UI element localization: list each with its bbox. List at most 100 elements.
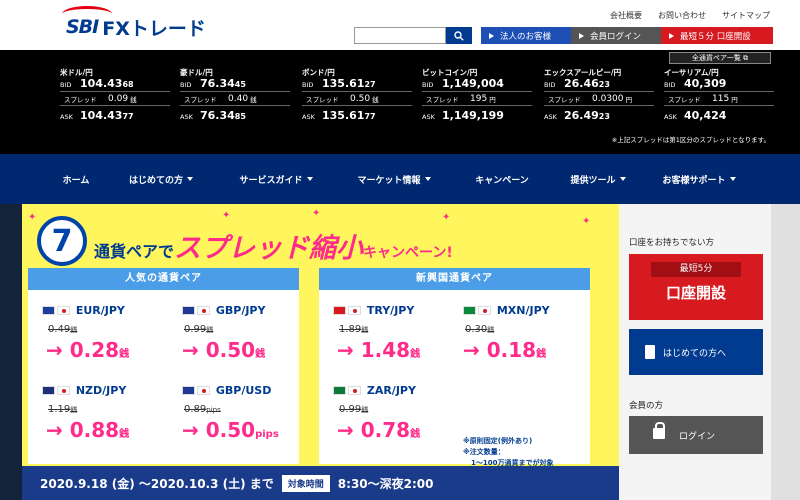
search-input[interactable] — [354, 27, 446, 44]
link-contact[interactable]: お問い合わせ — [658, 10, 706, 21]
spread-row: スプレッド 0.0300 円 — [544, 91, 654, 106]
period-dates: 2020.9.18 (金) 〜2020.10.3 (土) まで — [40, 476, 274, 491]
nav-label: サービスガイド — [239, 175, 303, 186]
new-value: → 0.50 — [182, 338, 256, 362]
new-value: → 1.48 — [337, 338, 411, 362]
all-rates-button[interactable]: 全通貨ペア一覧 ⧉ — [669, 52, 771, 64]
old-spread: 1.19銭 — [48, 404, 77, 415]
bid-sub: 68 — [122, 80, 134, 89]
search-button[interactable] — [446, 27, 472, 44]
japan-flag-icon — [197, 386, 210, 395]
emerging-pairs-panel: 新興国通貨ペア ※原則固定(例外あり) ※注文数量： 1〜100万通貨までが対象… — [319, 268, 590, 467]
rate-name: 豪ドル/円 — [180, 68, 213, 77]
link-sitemap[interactable]: サイトマップ — [722, 10, 770, 21]
member-label: 会員の方 — [629, 401, 664, 411]
pair-name-row: TRY/JPY — [333, 304, 414, 317]
rate-item: 豪ドル/円 BID 76.34 45 スプレッド 0.40 銭 ASK 76.34 85 — [180, 68, 290, 123]
member-login-button[interactable]: 会員ログイン — [571, 27, 661, 44]
nav-label: マーケット情報 — [357, 175, 421, 186]
spread-value: 115 — [712, 93, 730, 104]
old-unit: 銭 — [70, 406, 78, 414]
ask-sub: 85 — [234, 112, 246, 121]
bid-label: BID — [422, 81, 434, 89]
new-value: → 0.78 — [337, 418, 411, 442]
sidebar-open-account-button[interactable]: 最短5分 口座開設 — [629, 254, 763, 320]
spread-row: スプレッド 115 円 — [664, 91, 774, 106]
ask-label: ASK — [544, 113, 557, 121]
popular-pairs-panel: 人気の通貨ペア EUR/JPY 0.49銭 → 0.28銭 GBP/JPY 0.… — [28, 268, 299, 464]
campaign-banner[interactable]: ✦ ✦ ✦ ✦ ✦ 7 通貨ペアでスプレッド縮小キャンペーン! 人気の通貨ペア … — [22, 204, 619, 500]
nav-label: ホーム — [62, 175, 90, 186]
flag-icon — [42, 386, 55, 395]
bid-row: BID 76.34 45 — [180, 77, 290, 91]
nav-item[interactable]: 提供ツール — [552, 173, 644, 186]
old-value: 1.19 — [48, 404, 71, 415]
bid-main: 1,149,004 — [442, 77, 504, 90]
sidebar: 口座をお持ちでない方 最短5分 口座開設 はじめての方へ 会員の方 ログイン — [619, 204, 771, 500]
flag-icon — [182, 386, 195, 395]
ask-main: 104.43 — [80, 109, 123, 122]
old-unit: pips — [206, 406, 221, 414]
pair-name: GBP/JPY — [215, 304, 266, 317]
new-spread: → 1.48銭 — [337, 338, 420, 362]
spread-row: スプレッド 195 円 — [422, 91, 532, 106]
member-login-label: 会員ログイン — [590, 31, 642, 42]
arrow-right-icon — [579, 32, 584, 39]
ask-main: 26.49 — [564, 109, 599, 122]
main-nav: ホーム はじめての方 サービスガイド マーケット情報 キャンペーン 提供ツール お客様サポー… — [0, 154, 800, 204]
sparkle-icon: ✦ — [312, 208, 321, 219]
login-label: ログイン — [679, 431, 716, 442]
old-value: 0.89 — [184, 404, 207, 415]
open-account-button[interactable]: 最短５分 口座開設 — [661, 27, 773, 44]
currency-pair: ZAR/JPY 0.99銭 → 0.78銭 — [319, 376, 449, 456]
nav-item[interactable]: はじめての方 — [106, 173, 216, 186]
new-unit: 銭 — [410, 349, 421, 360]
bid-main: 26.46 — [564, 77, 599, 90]
currency-pair: MXN/JPY 0.30銭 → 0.18銭 — [445, 296, 575, 376]
bid-row: BID 1,149,004 — [422, 77, 532, 91]
flag-icon — [42, 306, 55, 315]
rate-item: エックスアールピー/円 BID 26.46 23 スプレッド 0.0300 円 ASK… — [544, 68, 654, 123]
first-time-button[interactable]: はじめての方へ — [629, 329, 763, 375]
popular-pairs-title: 人気の通貨ペア — [28, 268, 299, 290]
open-account-top: 最短5分 — [651, 262, 741, 277]
ask-main: 1,149,199 — [442, 109, 504, 122]
headline-part-a: 通貨ペアで — [94, 242, 175, 261]
old-spread: 0.49銭 — [48, 324, 77, 335]
bid-row: BID 135.61 27 — [302, 77, 412, 91]
sidebar-login-button[interactable]: ログイン — [629, 416, 763, 454]
nav-item[interactable]: マーケット情報 — [336, 173, 452, 186]
nav-item[interactable]: お客様サポート — [644, 173, 754, 186]
nav-label: はじめての方 — [128, 175, 183, 186]
campaign-number: 7 — [37, 216, 87, 266]
ask-label: ASK — [422, 113, 435, 121]
new-spread: → 0.50銭 — [182, 338, 265, 362]
nav-item[interactable]: ホーム — [46, 173, 106, 186]
nav-item[interactable]: キャンペーン — [452, 173, 552, 186]
bid-main: 40,309 — [684, 77, 727, 90]
corporate-button[interactable]: 法人のお客様 — [481, 27, 571, 44]
search-icon — [454, 30, 464, 41]
logo[interactable]: SBI FXトレード — [62, 6, 206, 42]
corporate-label: 法人のお客様 — [500, 31, 552, 42]
headline-part-b: スプレッド縮小 — [174, 233, 364, 264]
sparkle-icon: ✦ — [442, 212, 451, 223]
no-account-label: 口座をお持ちでない方 — [629, 238, 715, 248]
pair-name-row: ZAR/JPY — [333, 384, 416, 397]
arrow-right-icon — [489, 32, 494, 39]
right-background — [771, 204, 800, 500]
currency-pair: GBP/JPY 0.99銭 → 0.50銭 — [164, 296, 294, 376]
rate-item: ポンド/円 BID 135.61 27 スプレッド 0.50 銭 ASK 135.61 7… — [302, 68, 412, 123]
nav-item[interactable]: サービスガイド — [216, 173, 336, 186]
flag-icon — [333, 386, 346, 395]
link-company[interactable]: 会社概要 — [610, 10, 642, 21]
note-quantity: ※注文数量： — [463, 448, 505, 456]
spread-value: 0.40 — [228, 93, 249, 104]
bid-sub: 45 — [234, 80, 246, 89]
flag-icon — [333, 306, 346, 315]
old-spread: 0.99銭 — [184, 324, 213, 335]
ask-main: 135.61 — [322, 109, 365, 122]
japan-flag-icon — [57, 306, 70, 315]
left-background — [0, 204, 22, 500]
spread-unit: 円 — [489, 95, 496, 104]
